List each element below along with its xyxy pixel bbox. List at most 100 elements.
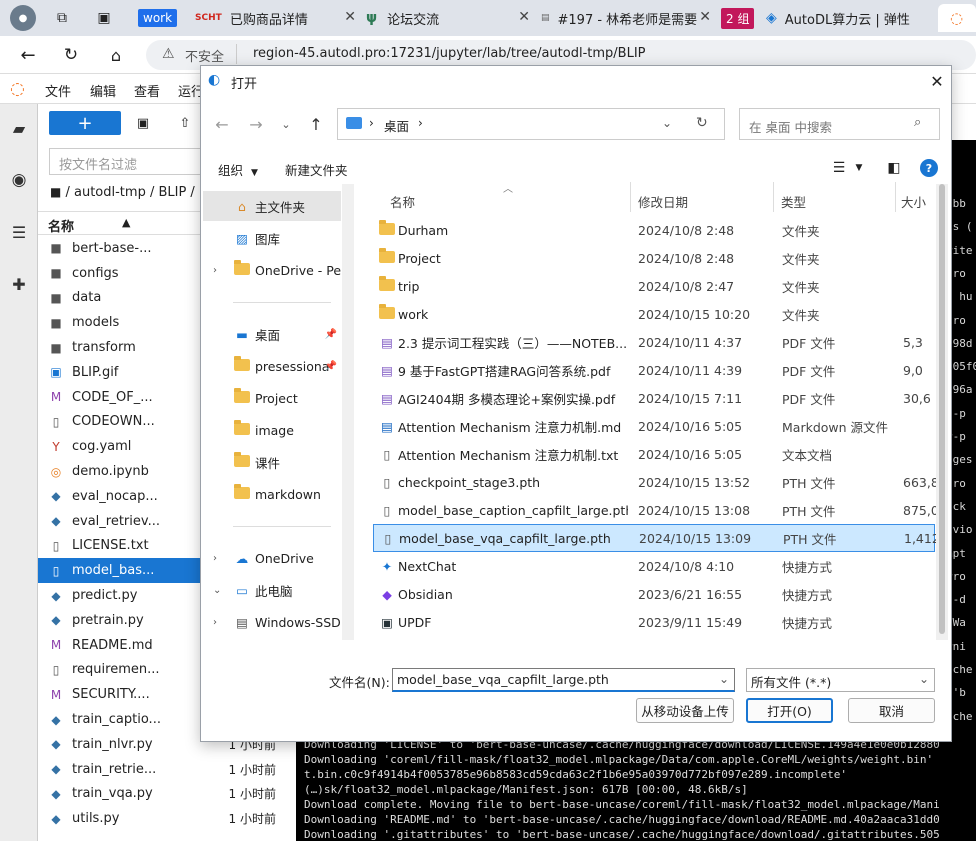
nav-item[interactable]: › ▤ Windows-SSD (203, 607, 341, 637)
new-launcher-button[interactable]: + (49, 111, 121, 135)
up-icon[interactable]: ↑ (306, 114, 326, 134)
close-icon[interactable]: ✕ (926, 70, 948, 92)
workspaces-icon[interactable]: ⧉ (52, 8, 72, 28)
dialog-file-row[interactable]: ▯ model_base_vqa_capfilt_large.pth 2024/10… (373, 524, 940, 552)
menu-edit[interactable]: 编辑 (90, 81, 116, 100)
upload-from-device-button[interactable]: 从移动设备上传 (636, 698, 734, 723)
chevron-down-icon[interactable]: ⌄ (919, 672, 929, 686)
sort-ascending-icon[interactable]: ▲ (122, 216, 130, 229)
commands-icon[interactable]: ☰ (9, 222, 29, 242)
recent-locations-icon[interactable]: ⌄ (278, 114, 294, 134)
close-icon[interactable]: ✕ (344, 9, 356, 25)
refresh-icon[interactable]: ↻ (696, 115, 708, 131)
chevron-down-icon[interactable]: ⌄ (213, 585, 221, 596)
dialog-file-row[interactable]: ▤ 9 基于FastGPT搭建RAG问答系统.pdf 2024/10/11 4:39… (373, 356, 935, 384)
dialog-file-row[interactable]: ✦ NextChat 2024/10/8 4:10 快捷方式 (373, 552, 935, 580)
tab-forum[interactable]: ψ 论坛交流 ✕ (362, 4, 534, 32)
column-size[interactable]: 大小 (901, 192, 926, 211)
preview-pane-icon[interactable]: ◧ (884, 158, 904, 178)
nav-item[interactable]: › OneDrive - Per (203, 255, 341, 285)
menu-view[interactable]: 查看 (134, 81, 160, 100)
path-box[interactable]: › 桌面 › ⌄ ↻ (337, 108, 725, 140)
nav-item[interactable]: ▨ 图库 (203, 223, 341, 253)
breadcrumb[interactable]: ■ / autodl-tmp / BLIP / (50, 185, 195, 200)
column-type[interactable]: 类型 (781, 192, 806, 211)
close-icon[interactable]: ✕ (699, 9, 711, 25)
nav-item[interactable]: image (203, 415, 341, 445)
search-box[interactable]: 在 桌面 中搜索 ⌕ (739, 108, 940, 140)
view-list-icon[interactable]: ☰ (829, 158, 849, 178)
dialog-file-row[interactable]: work 2024/10/15 10:20 文件夹 (373, 300, 935, 328)
security-label[interactable]: 不安全 (185, 46, 224, 65)
file-row[interactable]: ◆ train_vqa.py 1 小时前 (38, 782, 296, 807)
file-list-scrollbar[interactable] (936, 184, 948, 640)
new-folder-button[interactable]: 新建文件夹 (285, 160, 348, 179)
filetype-select[interactable]: 所有文件 (*.*) ⌄ (746, 668, 935, 692)
reload-icon[interactable]: ↻ (59, 43, 83, 67)
column-name[interactable]: 名称 (390, 192, 415, 211)
nav-item[interactable]: presessiona 📌 (203, 351, 341, 381)
dialog-file-row[interactable]: ▯ Attention Mechanism 注意力机制.txt 2024/10/16… (373, 440, 935, 468)
menu-file[interactable]: 文件 (45, 81, 71, 100)
back-icon[interactable]: ← (16, 43, 40, 67)
dialog-file-row[interactable]: ▯ model_base_caption_capfilt_large.pth 202… (373, 496, 939, 524)
dialog-file-row[interactable]: Project 2024/10/8 2:48 文件夹 (373, 244, 935, 272)
pin-icon[interactable]: 📌 (325, 329, 337, 340)
nav-item[interactable]: 课件 (203, 447, 341, 477)
column-name[interactable]: 名称 (48, 216, 74, 235)
tab-actions-icon[interactable]: ▣ (94, 8, 114, 28)
new-folder-icon[interactable]: ▣ (134, 114, 152, 132)
running-icon[interactable]: ◉ (9, 170, 29, 190)
tab-autodl[interactable]: ◈ AutoDL算力云 | 弹性 (758, 4, 936, 32)
url-text[interactable]: region-45.autodl.pro:17231/jupyter/lab/t… (253, 46, 646, 61)
dialog-file-row[interactable]: ▤ AGI2404期 多模态理论+案例实操.pdf 2024/10/15 7:11 P… (373, 384, 935, 412)
cancel-button[interactable]: 取消 (848, 698, 935, 723)
caret-down-icon[interactable]: ▼ (853, 160, 865, 176)
close-icon[interactable]: ✕ (518, 9, 530, 25)
help-icon[interactable]: ? (920, 159, 938, 177)
warning-icon[interactable]: ⚠ (162, 46, 175, 62)
dialog-file-row[interactable]: ▤ Attention Mechanism 注意力机制.md 2024/10/16 … (373, 412, 935, 440)
upload-icon[interactable]: ⇧ (176, 114, 194, 132)
tab-group-label[interactable]: 2 组 (721, 7, 755, 29)
sort-ascending-icon[interactable]: ︿ (503, 180, 513, 195)
breadcrumb-path[interactable]: / autodl-tmp / BLIP / (65, 185, 194, 200)
nav-item[interactable]: ⌂ 主文件夹 (203, 191, 341, 221)
path-segment[interactable]: 桌面 (384, 116, 409, 135)
column-date[interactable]: 修改日期 (638, 192, 688, 211)
dialog-file-row[interactable]: ▣ UPDF 2023/9/11 15:49 快捷方式 (373, 608, 935, 636)
folder-icon[interactable]: ▰ (9, 118, 29, 138)
pin-icon[interactable]: 📌 (325, 361, 337, 372)
tab-work[interactable]: work SCHT 已购商品详情 ✕ (138, 4, 360, 32)
nav-item[interactable]: › ☁ OneDrive (203, 543, 341, 573)
chevron-down-icon[interactable]: ⌄ (719, 672, 729, 686)
dialog-file-row[interactable]: ▯ checkpoint_stage3.pth 2024/10/15 13:52 PT… (373, 468, 939, 496)
dialog-file-row[interactable]: trip 2024/10/8 2:47 文件夹 (373, 272, 935, 300)
home-icon[interactable]: ⌂ (104, 43, 128, 67)
nav-scrollbar[interactable] (342, 184, 354, 640)
file-row[interactable]: ◆ utils.py 1 小时前 (38, 806, 296, 831)
tab-group-2[interactable]: 2 组 (721, 4, 756, 32)
filename-input[interactable]: model_base_vqa_capfilt_large.pth ⌄ (392, 668, 735, 692)
nav-item[interactable]: markdown (203, 479, 341, 509)
nav-item[interactable]: Project (203, 383, 341, 413)
chevron-right-icon[interactable]: › (213, 265, 217, 276)
chevron-right-icon[interactable]: › (418, 116, 423, 130)
forward-icon[interactable]: → (246, 114, 266, 134)
back-icon[interactable]: ← (212, 114, 232, 134)
organize-menu[interactable]: 组织 ▼ (218, 160, 258, 179)
search-icon[interactable]: ⌕ (914, 115, 921, 130)
dialog-file-row[interactable]: Durham 2024/10/8 2:48 文件夹 (373, 216, 935, 244)
scrollbar-thumb[interactable] (939, 184, 945, 634)
file-filter-input[interactable]: 按文件名过滤 (49, 148, 209, 175)
tab-active[interactable]: ◌ (938, 4, 976, 32)
chevron-down-icon[interactable]: ⌄ (662, 116, 672, 130)
nav-item[interactable]: ▬ 桌面 📌 (203, 319, 341, 349)
tab-issue[interactable]: ▤ #197 - 林希老师是需要 ✕ (537, 4, 715, 32)
chevron-right-icon[interactable]: › (213, 617, 217, 628)
open-button[interactable]: 打开(O) (746, 698, 833, 723)
dialog-file-row[interactable]: ▤ 2.3 提示词工程实践（三）——NOTEB... 2024/10/11 4:37… (373, 328, 935, 356)
extensions-icon[interactable]: ✚ (9, 274, 29, 294)
file-row[interactable]: ◆ train_retrie... 1 小时前 (38, 757, 296, 782)
nav-item[interactable]: ⌄ ▭ 此电脑 (203, 575, 341, 605)
